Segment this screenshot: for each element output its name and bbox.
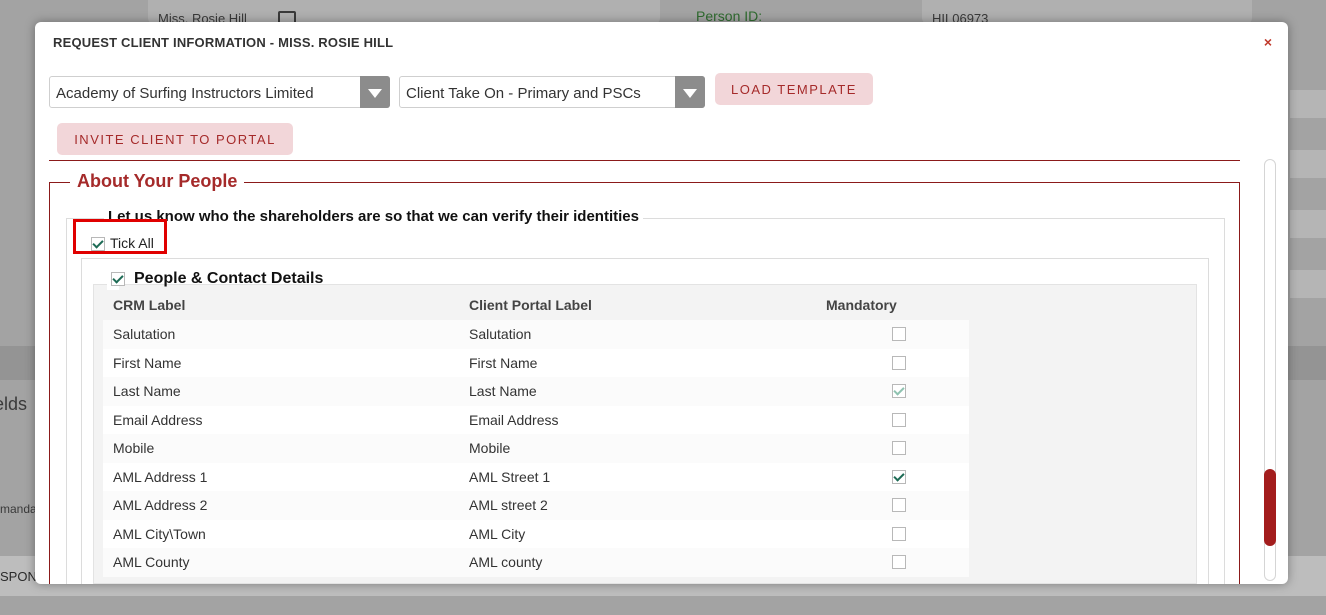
bg-side-block [1290,150,1326,178]
mandatory-checkbox[interactable] [892,384,906,399]
table-row: Last Name Last Name [103,377,969,406]
portal-label-cell: AML county [459,548,816,577]
bg-fields-text: elds [0,394,28,414]
mandatory-cell [816,377,969,406]
table-row: AML Address 1 AML Street 1 [103,462,969,491]
chevron-down-icon [368,89,382,98]
highlight-box [73,219,167,254]
company-dropdown-button[interactable] [360,76,390,108]
table-row: AML Address 2 AML street 2 [103,491,969,520]
close-icon[interactable]: × [1264,34,1272,50]
mandatory-cell [816,519,969,548]
portal-label-cell: AML City [459,519,816,548]
mandatory-cell [816,462,969,491]
people-contact-checkbox[interactable] [111,272,125,286]
header-crm-label: CRM Label [103,290,459,320]
company-select[interactable]: Academy of Surfing Instructors Limited [49,76,390,108]
bg-side-block [1290,90,1326,118]
mandatory-checkbox[interactable] [892,469,906,484]
scrollbar-thumb[interactable] [1264,469,1276,546]
portal-label-cell: First Name [459,348,816,377]
table-row: First Name First Name [103,348,969,377]
table-row: AML County AML county [103,548,969,577]
mandatory-cell [816,548,969,577]
crm-label-cell: AML County [103,548,459,577]
bg-mandatory-text: manda [0,502,37,516]
mandatory-checkbox[interactable] [892,526,906,541]
crm-label-cell: AML Address 2 [103,491,459,520]
template-dropdown-button[interactable] [675,76,705,108]
portal-label-cell: Mobile [459,434,816,463]
table-row: Email Address Email Address [103,405,969,434]
portal-label-cell: Salutation [459,320,816,349]
mandatory-cell [816,434,969,463]
table-row: AML City\Town AML City [103,519,969,548]
mandatory-checkbox[interactable] [892,355,906,370]
header-portal-label: Client Portal Label [459,290,816,320]
crm-label-cell: First Name [103,348,459,377]
crm-label-cell: AML Address 1 [103,462,459,491]
table-row: Mobile Mobile [103,434,969,463]
people-contact-legend: People & Contact Details [107,268,323,290]
crm-label-cell: AML City\Town [103,519,459,548]
company-select-value: Academy of Surfing Instructors Limited [56,85,314,102]
crm-label-cell: Email Address [103,405,459,434]
portal-label-cell: Last Name [459,377,816,406]
mandatory-checkbox[interactable] [892,327,906,342]
mandatory-cell [816,320,969,349]
invite-client-button[interactable]: INVITE CLIENT TO PORTAL [57,123,293,155]
crm-label-cell: Mobile [103,434,459,463]
modal-title: REQUEST CLIENT INFORMATION - MISS. ROSIE… [53,35,394,50]
portal-label-cell: AML street 2 [459,491,816,520]
request-client-info-modal: REQUEST CLIENT INFORMATION - MISS. ROSIE… [35,22,1288,584]
table-header-row: CRM Label Client Portal Label Mandatory [103,290,969,320]
crm-label-cell: Salutation [103,320,459,349]
template-select[interactable]: Client Take On - Primary and PSCs [399,76,705,108]
mandatory-checkbox[interactable] [892,441,906,456]
crm-label-cell: Last Name [103,377,459,406]
subsection-title: Let us know who the shareholders are so … [104,208,643,225]
portal-label-cell: Email Address [459,405,816,434]
mandatory-checkbox[interactable] [892,412,906,427]
table-row: Salutation Salutation [103,320,969,349]
mandatory-cell [816,405,969,434]
header-mandatory: Mandatory [816,290,969,320]
group-title: People & Contact Details [134,270,324,287]
mandatory-checkbox[interactable] [892,498,906,513]
section-title: About Your People [70,171,245,192]
fields-table: CRM Label Client Portal Label Mandatory … [103,290,969,577]
chevron-down-icon [683,89,697,98]
bg-response-text: SPON [0,569,37,584]
mandatory-cell [816,348,969,377]
portal-label-cell: AML Street 1 [459,462,816,491]
bg-side-block [1290,210,1326,238]
load-template-button[interactable]: LOAD TEMPLATE [715,73,873,105]
mandatory-cell [816,491,969,520]
mandatory-checkbox[interactable] [892,555,906,570]
divider [49,160,1240,161]
template-select-value: Client Take On - Primary and PSCs [406,85,641,102]
bg-side-block [1290,270,1326,298]
